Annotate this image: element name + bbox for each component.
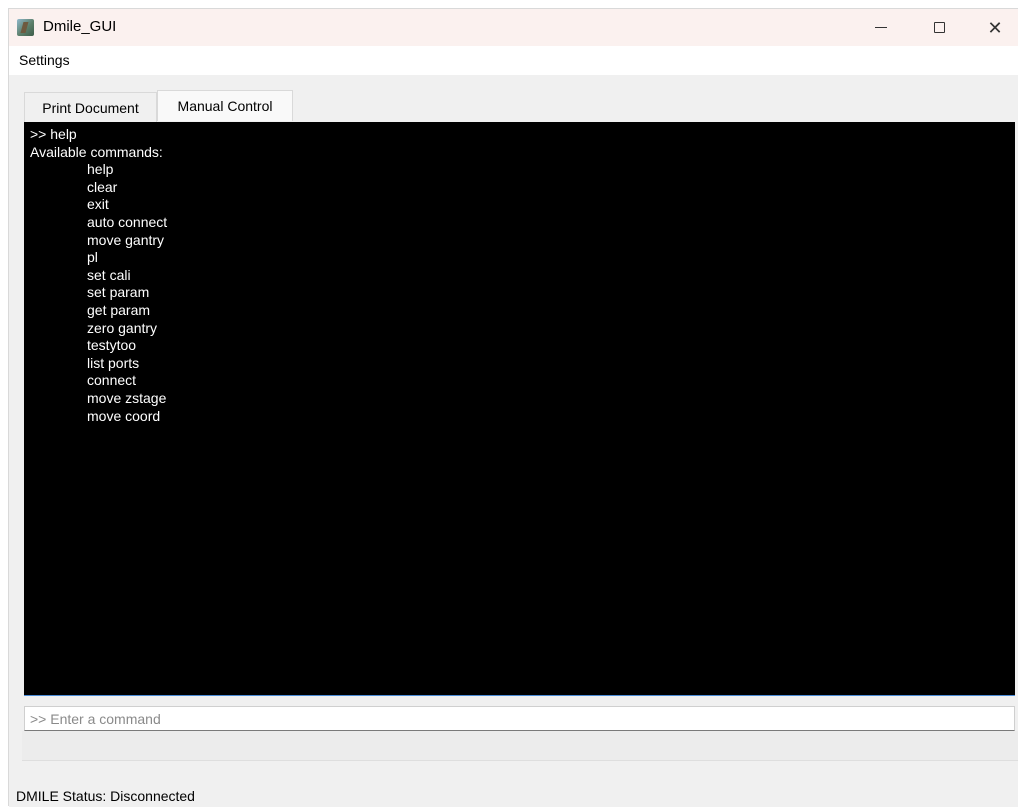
bottom-panel — [22, 731, 1018, 761]
console-command-item: exit — [87, 196, 109, 213]
close-icon: ✕ — [987, 17, 1003, 38]
menu-settings[interactable]: Settings — [19, 52, 70, 68]
minimize-icon — [875, 27, 887, 28]
console-command-item: set param — [87, 284, 150, 301]
console-output[interactable]: >> help Available commands: help clear e… — [24, 122, 1015, 696]
close-button[interactable]: ✕ — [972, 9, 1018, 46]
tab-label: Print Document — [42, 99, 139, 116]
maximize-icon — [933, 22, 945, 33]
console-command-item: connect — [87, 372, 137, 389]
maximize-button[interactable] — [916, 9, 962, 46]
console-command-item: set cali — [87, 266, 131, 283]
command-input[interactable] — [24, 706, 1015, 731]
main-window: Dmile_GUI ✕ Settings Print Document Manu… — [8, 8, 1018, 807]
console-command-item: zero gantry — [87, 319, 158, 336]
window-title: Dmile_GUI — [43, 18, 117, 35]
status-bar: DMILE Status: Disconnected — [9, 782, 1018, 807]
console-command-item: get param — [87, 301, 151, 318]
tab-print-document[interactable]: Print Document — [24, 92, 157, 122]
console-command-item: list ports — [87, 354, 140, 371]
tab-manual-control[interactable]: Manual Control — [157, 90, 293, 121]
console-command-item: clear — [87, 178, 118, 195]
console-command-item: move gantry — [87, 231, 165, 248]
status-text: DMILE Status: Disconnected — [16, 788, 195, 804]
console-prompt-line: >> help — [30, 126, 77, 142]
console-command-item: move zstage — [87, 389, 167, 406]
app-icon — [17, 19, 34, 36]
menu-bar: Settings — [9, 46, 1018, 75]
console-command-item: move coord — [87, 407, 161, 424]
console-command-item: help — [87, 161, 114, 178]
console-command-item: testytoo — [87, 337, 137, 354]
tab-label: Manual Control — [177, 98, 273, 114]
title-bar[interactable]: Dmile_GUI ✕ — [9, 9, 1018, 46]
console-command-item: pl — [87, 249, 98, 266]
minimize-button[interactable] — [858, 9, 904, 46]
console-command-item: auto connect — [87, 213, 168, 230]
console-header: Available commands: — [30, 143, 163, 160]
